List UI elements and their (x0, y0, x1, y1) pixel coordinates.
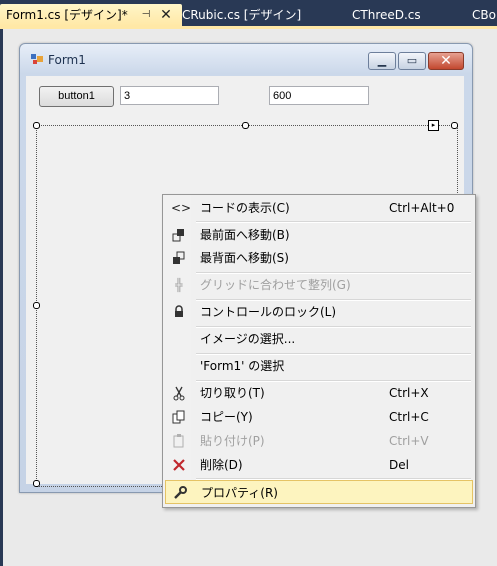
menu-item-bring-to-front[interactable]: 最前面へ移動(B) (165, 223, 473, 247)
resize-handle[interactable] (242, 122, 249, 129)
menu-item-delete[interactable]: 削除(D) Del (165, 453, 473, 477)
tab-form1-designer[interactable]: Form1.cs [デザイン]* ⊣ ✕ (0, 4, 182, 26)
menu-item-label: 削除(D) (200, 458, 243, 472)
resize-handle[interactable] (451, 122, 458, 129)
menu-item-paste[interactable]: 貼り付け(P) Ctrl+V (165, 429, 473, 453)
menu-item-label: イメージの選択... (200, 332, 296, 346)
context-menu: <> コードの表示(C) Ctrl+Alt+0 最前面へ移動(B) 最背面へ移動… (162, 194, 476, 508)
send-to-back-icon (173, 251, 185, 264)
pin-icon[interactable]: ⊣ (140, 4, 152, 26)
close-button[interactable]: ✕ (428, 52, 464, 70)
menu-item-label: 'Form1' の選択 (200, 359, 285, 373)
tab-label: CBor (472, 8, 497, 22)
menu-item-align-to-grid[interactable]: ╬ グリッドに合わせて整列(G) (165, 273, 473, 297)
tab-crubic-designer[interactable]: CRubic.cs [デザイン] (182, 4, 332, 26)
menu-item-copy[interactable]: コピー(Y) Ctrl+C (165, 405, 473, 429)
lock-icon (175, 305, 183, 317)
menu-item-label: 最背面へ移動(S) (200, 251, 289, 265)
menu-item-label: 切り取り(T) (200, 386, 265, 400)
document-tab-bar: Form1.cs [デザイン]* ⊣ ✕ CRubic.cs [デザイン] CT… (0, 0, 497, 29)
form-title: Form1 (48, 53, 86, 67)
menu-item-label: プロパティ(R) (201, 486, 278, 500)
align-to-grid-icon: ╬ (175, 278, 183, 292)
close-icon: ✕ (440, 53, 452, 69)
menu-item-label: グリッドに合わせて整列(G) (200, 278, 351, 292)
minimize-icon: ▁ (377, 54, 387, 67)
copy-icon (172, 410, 185, 424)
tab-label: CRubic.cs [デザイン] (182, 8, 302, 22)
textbox-2[interactable]: 600 (269, 86, 369, 105)
menu-item-shortcut: Del (389, 458, 409, 472)
menu-item-label: 最前面へ移動(B) (200, 228, 290, 242)
menu-item-select-form1[interactable]: 'Form1' の選択 (165, 354, 473, 378)
menu-item-shortcut: Ctrl+V (389, 434, 429, 448)
menu-item-label: 貼り付け(P) (200, 434, 265, 448)
properties-icon (174, 486, 187, 499)
menu-item-view-code[interactable]: <> コードの表示(C) Ctrl+Alt+0 (165, 196, 473, 220)
delete-icon (173, 459, 185, 471)
tab-label: CThreeD.cs (352, 8, 421, 22)
resize-handle[interactable] (33, 302, 40, 309)
maximize-button[interactable]: ▭ (398, 52, 426, 70)
menu-item-choose-image[interactable]: イメージの選択... (165, 327, 473, 351)
menu-item-shortcut: Ctrl+Alt+0 (389, 201, 455, 215)
button1[interactable]: button1 (39, 86, 114, 107)
smart-tag-icon[interactable]: ▸ (428, 120, 439, 131)
menu-item-send-to-back[interactable]: 最背面へ移動(S) (165, 246, 473, 270)
menu-item-label: コードの表示(C) (200, 201, 290, 215)
menu-item-lock-controls[interactable]: コントロールのロック(L) (165, 300, 473, 324)
paste-icon (173, 434, 184, 448)
form-icon (31, 54, 43, 64)
bring-to-front-icon (172, 229, 184, 242)
view-code-icon: <> (171, 201, 192, 215)
close-icon[interactable]: ✕ (160, 4, 172, 26)
menu-item-shortcut: Ctrl+C (389, 410, 429, 424)
maximize-icon: ▭ (406, 54, 418, 67)
menu-item-cut[interactable]: 切り取り(T) Ctrl+X (165, 381, 473, 405)
menu-item-properties[interactable]: プロパティ(R) (165, 480, 473, 504)
cut-icon (173, 386, 185, 401)
textbox-1[interactable]: 3 (120, 86, 219, 105)
menu-item-shortcut: Ctrl+X (389, 386, 429, 400)
tab-cbor[interactable]: CBor (472, 4, 497, 26)
minimize-button[interactable]: ▁ (368, 52, 396, 70)
tab-cthreed[interactable]: CThreeD.cs (352, 4, 452, 26)
resize-handle[interactable] (33, 122, 40, 129)
tab-label: Form1.cs [デザイン]* (6, 8, 128, 22)
resize-handle[interactable] (33, 480, 40, 487)
menu-item-label: コントロールのロック(L) (200, 305, 337, 319)
menu-item-label: コピー(Y) (200, 410, 253, 424)
